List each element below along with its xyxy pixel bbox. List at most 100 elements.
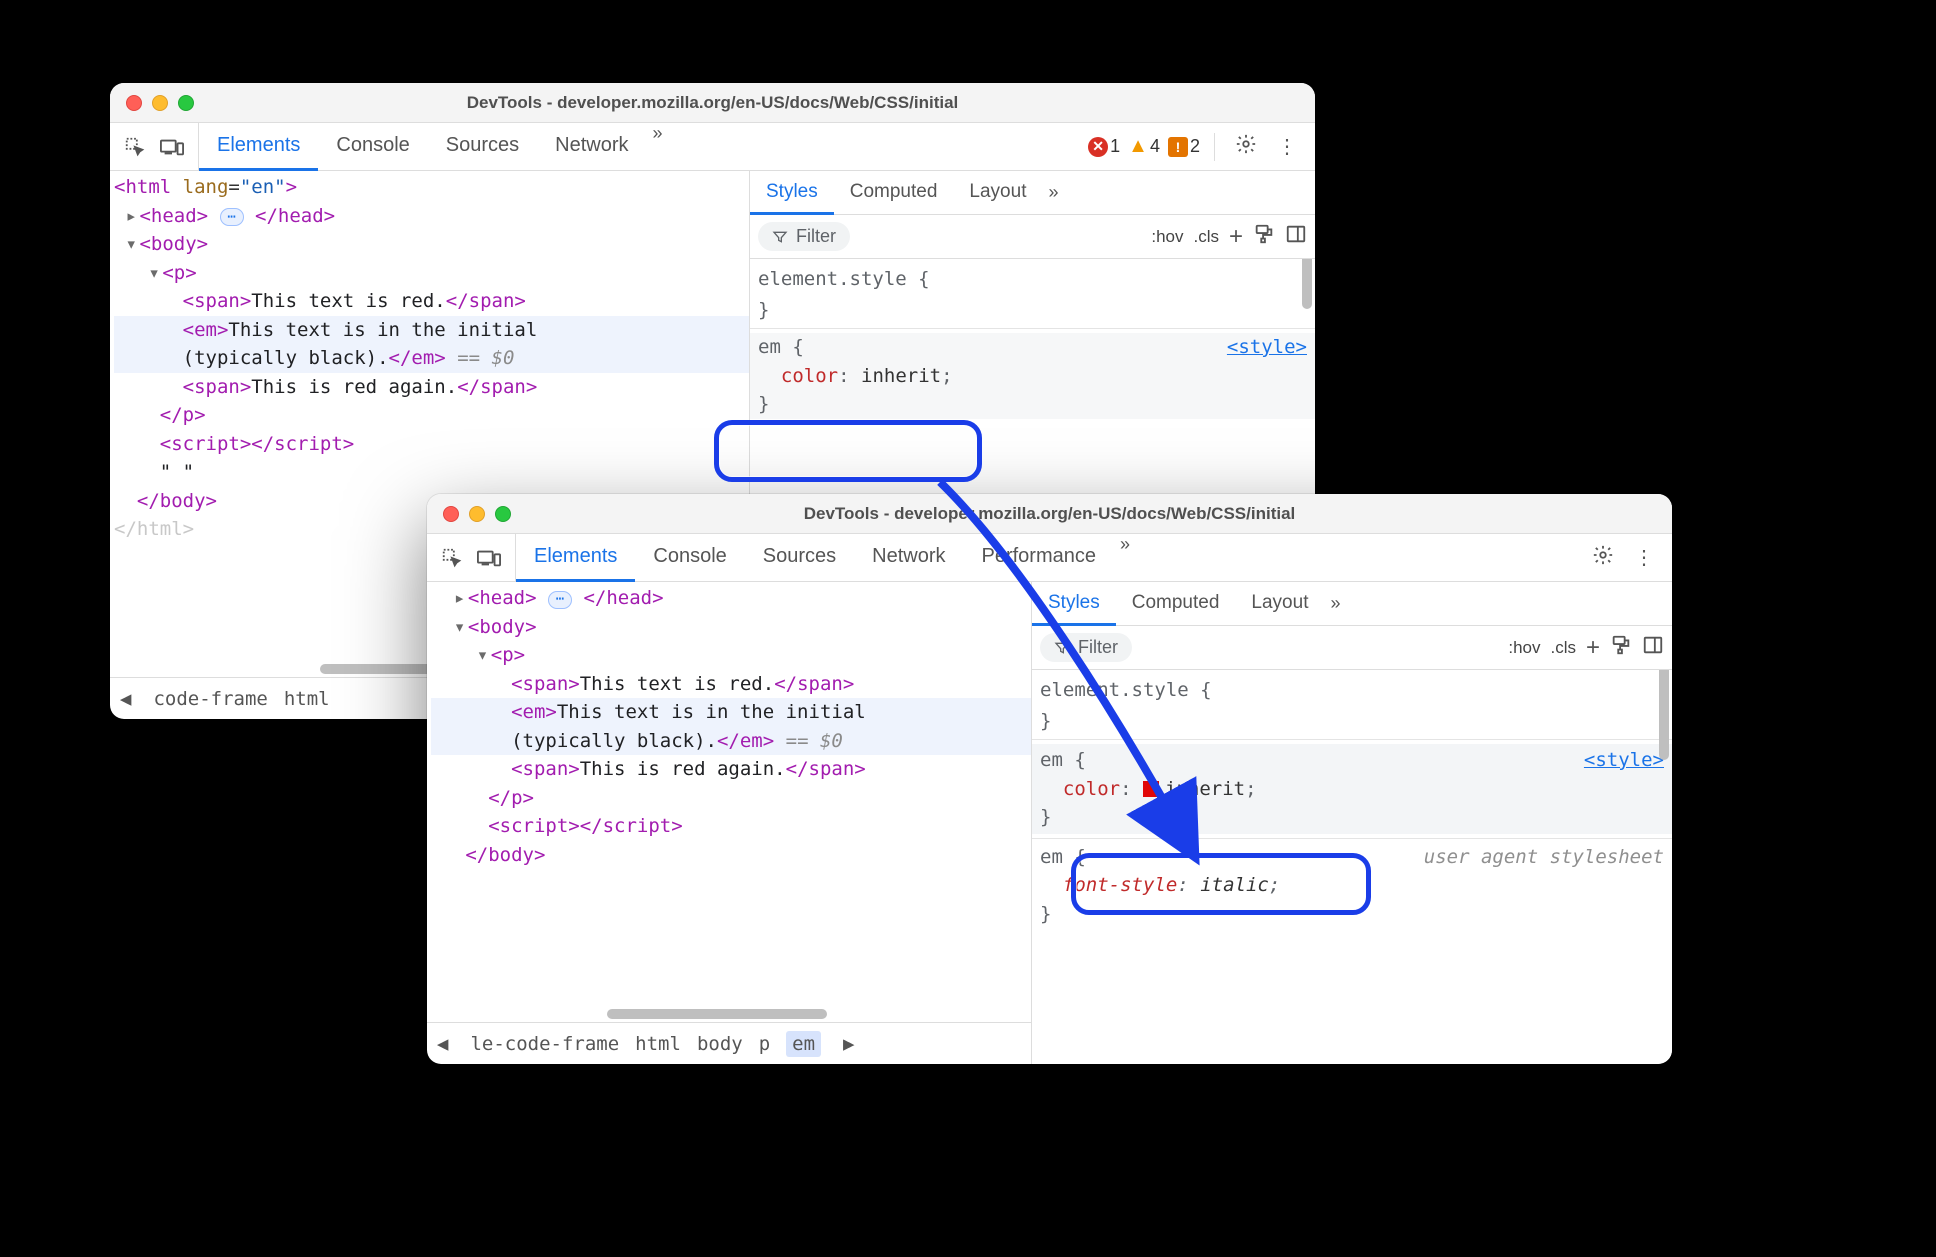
- kebab-icon[interactable]: ⋮: [1271, 134, 1303, 159]
- scrollbar[interactable]: [1302, 259, 1312, 309]
- minimize-icon[interactable]: [469, 506, 485, 522]
- styles-toolbar: Filter :hov .cls +: [750, 215, 1315, 259]
- tab-layout[interactable]: Layout: [1235, 583, 1324, 626]
- tab-elements[interactable]: Elements: [516, 534, 635, 582]
- crumb[interactable]: html: [284, 688, 330, 710]
- rule-close: }: [758, 296, 1307, 325]
- close-icon[interactable]: [126, 95, 142, 111]
- tab-styles[interactable]: Styles: [750, 172, 834, 215]
- filter-input[interactable]: Filter: [758, 222, 850, 251]
- window-title: DevTools - developer.mozilla.org/en-US/d…: [427, 504, 1672, 524]
- source-link[interactable]: <style>: [1584, 746, 1664, 775]
- more-tabs-icon[interactable]: »: [647, 123, 669, 170]
- main-toolbar: Elements Console Sources Network Perform…: [427, 534, 1672, 582]
- dom-tree[interactable]: ▸<head> ⋯ </head> ▾<body> ▾<p> <span>Thi…: [427, 582, 1031, 1022]
- more-tabs-icon[interactable]: »: [1114, 534, 1136, 581]
- more-tabs-icon[interactable]: »: [1042, 182, 1064, 203]
- color-swatch[interactable]: [1143, 781, 1159, 797]
- gear-icon[interactable]: [1229, 133, 1263, 161]
- filter-placeholder: Filter: [796, 226, 836, 247]
- rule-ua-em[interactable]: user agent stylesheet em { font-style: i…: [1040, 843, 1664, 929]
- rule-elementstyle[interactable]: element.style {: [1040, 676, 1664, 705]
- crumb[interactable]: le-code-frame: [470, 1033, 619, 1055]
- warning-badge[interactable]: ▲4: [1128, 135, 1160, 158]
- more-tabs-icon[interactable]: »: [1324, 593, 1346, 614]
- crumb[interactable]: p: [759, 1033, 770, 1055]
- paint-icon[interactable]: [1253, 223, 1275, 250]
- tab-performance[interactable]: Performance: [964, 534, 1115, 582]
- styles-body[interactable]: element.style { } <style> em { color: in…: [1032, 670, 1672, 1064]
- rule-close: }: [1040, 707, 1664, 736]
- titlebar: DevTools - developer.mozilla.org/en-US/d…: [110, 83, 1315, 123]
- device-toggle-icon[interactable]: [160, 137, 184, 157]
- window-title: DevTools - developer.mozilla.org/en-US/d…: [110, 93, 1315, 113]
- styles-tabs: Styles Computed Layout »: [750, 171, 1315, 215]
- rule-em[interactable]: <style> em { color: inherit; }: [750, 333, 1315, 419]
- minimize-icon[interactable]: [152, 95, 168, 111]
- paint-icon[interactable]: [1610, 634, 1632, 661]
- plus-icon[interactable]: +: [1586, 634, 1600, 662]
- rule-em[interactable]: <style> em { color: inherit; }: [1032, 744, 1672, 834]
- crumb[interactable]: html: [635, 1033, 681, 1055]
- zoom-icon[interactable]: [178, 95, 194, 111]
- device-toggle-icon[interactable]: [477, 548, 501, 568]
- scrollbar[interactable]: [1659, 670, 1669, 760]
- kebab-icon[interactable]: ⋮: [1628, 545, 1660, 570]
- cls-toggle[interactable]: .cls: [1550, 638, 1576, 658]
- filter-placeholder: Filter: [1078, 637, 1118, 658]
- issue-count: 2: [1190, 136, 1200, 157]
- tab-network[interactable]: Network: [537, 123, 646, 171]
- tab-computed[interactable]: Computed: [1116, 583, 1236, 626]
- ua-stylesheet-label: user agent stylesheet: [1424, 843, 1664, 872]
- crumb-prev-icon[interactable]: ◀: [114, 688, 137, 710]
- tab-computed[interactable]: Computed: [834, 172, 954, 215]
- tab-console[interactable]: Console: [635, 534, 744, 582]
- tab-elements[interactable]: Elements: [199, 123, 318, 171]
- filter-icon: [1054, 640, 1070, 656]
- plus-icon[interactable]: +: [1229, 223, 1243, 251]
- issue-badge[interactable]: !2: [1168, 136, 1200, 157]
- traffic-lights: [126, 95, 194, 111]
- zoom-icon[interactable]: [495, 506, 511, 522]
- rule-elementstyle[interactable]: element.style {: [758, 265, 1307, 294]
- gear-icon[interactable]: [1586, 544, 1620, 572]
- tab-sources[interactable]: Sources: [745, 534, 854, 582]
- main-tabs: Elements Console Sources Network »: [199, 123, 1076, 170]
- dom-pane: ▸<head> ⋯ </head> ▾<body> ▾<p> <span>Thi…: [427, 582, 1032, 1064]
- panel-icon[interactable]: [1642, 634, 1664, 661]
- crumb-next-icon[interactable]: ▶: [837, 1033, 860, 1055]
- crumb-prev-icon[interactable]: ◀: [431, 1033, 454, 1055]
- breadcrumb[interactable]: ◀ le-code-frame html body p em ▶: [427, 1022, 1031, 1064]
- error-badge[interactable]: ✕1: [1088, 136, 1120, 157]
- styles-pane: Styles Computed Layout » Filter :hov .cl…: [1032, 582, 1672, 1064]
- crumb[interactable]: code-frame: [153, 688, 267, 710]
- close-icon[interactable]: [443, 506, 459, 522]
- titlebar: DevTools - developer.mozilla.org/en-US/d…: [427, 494, 1672, 534]
- tab-sources[interactable]: Sources: [428, 123, 537, 171]
- scrollbar[interactable]: [607, 1009, 827, 1019]
- traffic-lights: [443, 506, 511, 522]
- crumb-active[interactable]: em: [786, 1031, 821, 1057]
- devtools-window-b: DevTools - developer.mozilla.org/en-US/d…: [427, 494, 1672, 1064]
- styles-toolbar: Filter :hov .cls +: [1032, 626, 1672, 670]
- tab-layout[interactable]: Layout: [953, 172, 1042, 215]
- main-tabs: Elements Console Sources Network Perform…: [516, 534, 1574, 581]
- filter-icon: [772, 229, 788, 245]
- ellipsis-icon[interactable]: ⋯: [548, 591, 572, 609]
- tab-styles[interactable]: Styles: [1032, 583, 1116, 626]
- cls-toggle[interactable]: .cls: [1193, 227, 1219, 247]
- inspect-icon[interactable]: [124, 136, 146, 158]
- hov-toggle[interactable]: :hov: [1151, 227, 1183, 247]
- hov-toggle[interactable]: :hov: [1508, 638, 1540, 658]
- main-toolbar: Elements Console Sources Network » ✕1 ▲4…: [110, 123, 1315, 171]
- error-count: 1: [1110, 136, 1120, 157]
- ellipsis-icon[interactable]: ⋯: [220, 208, 244, 226]
- tab-console[interactable]: Console: [318, 123, 427, 171]
- panel-icon[interactable]: [1285, 223, 1307, 250]
- crumb[interactable]: body: [697, 1033, 743, 1055]
- warning-count: 4: [1150, 136, 1160, 157]
- inspect-icon[interactable]: [441, 547, 463, 569]
- filter-input[interactable]: Filter: [1040, 633, 1132, 662]
- source-link[interactable]: <style>: [1227, 333, 1307, 362]
- tab-network[interactable]: Network: [854, 534, 963, 582]
